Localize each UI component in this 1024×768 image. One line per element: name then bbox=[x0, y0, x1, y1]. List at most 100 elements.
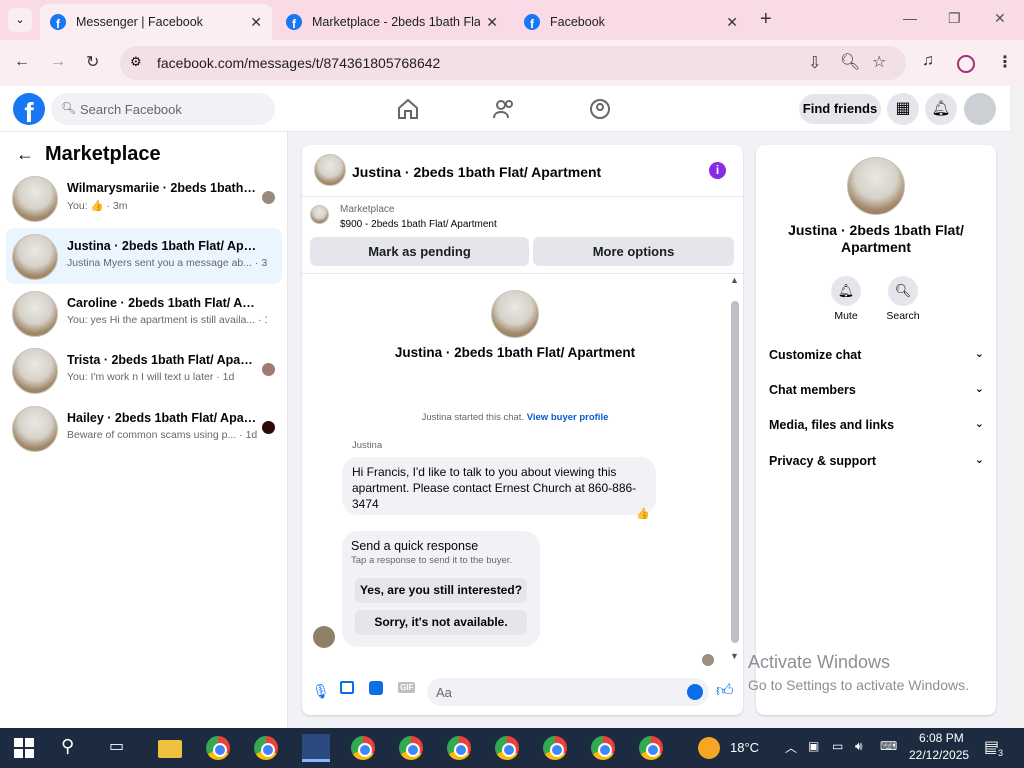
notifications-icon[interactable]: 🔔︎ bbox=[925, 93, 957, 125]
section-label: Privacy & support bbox=[769, 454, 876, 468]
home-icon[interactable] bbox=[396, 97, 420, 121]
chrome-icon[interactable] bbox=[543, 736, 567, 760]
weather-temp[interactable]: 18°C bbox=[730, 740, 759, 755]
address-bar[interactable]: ⚙ facebook.com/messages/t/87436180576864… bbox=[120, 46, 906, 80]
account-avatar[interactable] bbox=[964, 93, 996, 125]
listing-thumbnail[interactable] bbox=[314, 154, 346, 186]
facebook-header: f 🔍︎ Search Facebook Find friends ▦ 🔔︎ bbox=[0, 86, 1010, 132]
minimize-icon[interactable]: — bbox=[903, 10, 917, 26]
task-view-icon[interactable]: ▭ bbox=[109, 736, 133, 760]
clock-time[interactable]: 6:08 PM bbox=[919, 731, 964, 745]
close-tab-icon[interactable]: ✕ bbox=[726, 14, 738, 31]
volume-icon[interactable]: 🔊︎ bbox=[855, 739, 863, 754]
info-icon[interactable]: i bbox=[709, 162, 726, 179]
listing-thumbnail[interactable] bbox=[310, 205, 329, 224]
chat-members-section[interactable]: Chat members ⌄ bbox=[769, 383, 984, 397]
wifi-icon[interactable]: ▭ bbox=[832, 739, 843, 753]
tab-facebook[interactable]: f Facebook ✕ bbox=[514, 4, 748, 40]
privacy-support-section[interactable]: Privacy & support ⌄ bbox=[769, 454, 984, 468]
close-tab-icon[interactable]: ✕ bbox=[250, 14, 262, 31]
media-files-links-section[interactable]: Media, files and links ⌄ bbox=[769, 418, 984, 432]
search-input[interactable]: 🔍︎ Search Facebook bbox=[51, 93, 275, 125]
search-icon[interactable]: ⚲ bbox=[61, 736, 85, 760]
quick-reply-sorry-button[interactable]: Sorry, it's not available. bbox=[355, 610, 527, 635]
facebook-favicon-icon: f bbox=[286, 14, 302, 30]
forward-icon[interactable]: → bbox=[50, 53, 66, 71]
customize-chat-section[interactable]: Customize chat ⌄ bbox=[769, 348, 984, 362]
message-composer: 🎙︎ GIF Aa 👍︎ bbox=[302, 669, 743, 715]
details-title: Justina · 2beds 1bath Flat/ Apartment bbox=[788, 222, 964, 255]
sticker-icon[interactable] bbox=[369, 681, 383, 695]
search-placeholder: Search Facebook bbox=[80, 102, 182, 117]
windows-start-icon[interactable] bbox=[14, 738, 34, 758]
weather-icon[interactable] bbox=[698, 737, 720, 759]
scroll-up-arrow-icon[interactable]: ▲ bbox=[730, 275, 739, 285]
profile-icon[interactable] bbox=[957, 55, 975, 73]
microphone-icon[interactable]: 🎙︎ bbox=[312, 683, 330, 700]
install-app-icon[interactable]: ⇩ bbox=[808, 53, 821, 73]
close-window-icon[interactable]: ✕ bbox=[994, 10, 1006, 27]
chrome-icon[interactable] bbox=[351, 736, 375, 760]
facebook-favicon-icon: f bbox=[50, 14, 66, 30]
back-icon[interactable]: ← bbox=[14, 53, 30, 71]
clock-date[interactable]: 22/12/2025 bbox=[909, 748, 969, 762]
bookmark-star-icon[interactable]: ☆ bbox=[872, 52, 886, 72]
listing-thumbnail bbox=[12, 234, 58, 280]
menu-grid-icon[interactable]: ▦ bbox=[887, 93, 919, 125]
restore-icon[interactable]: ❐ bbox=[948, 10, 961, 27]
friends-icon[interactable] bbox=[492, 97, 516, 121]
chrome-icon[interactable] bbox=[206, 736, 230, 760]
facebook-logo-icon[interactable]: f bbox=[13, 93, 45, 125]
zoom-icon[interactable]: 🔍︎ bbox=[840, 52, 860, 72]
scroll-down-arrow-icon[interactable]: ▼ bbox=[730, 651, 739, 661]
file-explorer-icon[interactable] bbox=[158, 740, 182, 758]
search-chat-icon[interactable]: 🔍︎ bbox=[888, 276, 918, 306]
chrome-icon[interactable] bbox=[639, 736, 663, 760]
message-list[interactable]: ▲ ▼ Justina · 2beds 1bath Flat/ Apartmen… bbox=[302, 273, 743, 669]
gif-icon[interactable]: GIF bbox=[398, 682, 416, 693]
chrome-icon[interactable] bbox=[399, 736, 423, 760]
tab-marketplace[interactable]: f Marketplace - 2beds 1bath Flat ✕ bbox=[276, 4, 508, 40]
mute-bell-icon[interactable]: 🔔︎ bbox=[831, 276, 861, 306]
keyboard-icon[interactable]: ⌨ bbox=[880, 739, 897, 753]
network-icon[interactable]: ▣ bbox=[808, 739, 819, 753]
like-thumb-icon[interactable]: 👍︎ bbox=[716, 680, 734, 701]
mark-as-pending-button[interactable]: Mark as pending bbox=[310, 237, 529, 266]
close-tab-icon[interactable]: ✕ bbox=[486, 14, 498, 31]
chrome-icon[interactable] bbox=[591, 736, 615, 760]
chrome-icon[interactable] bbox=[495, 736, 519, 760]
media-control-icon[interactable]: ♫ bbox=[922, 52, 934, 70]
tab-search-button[interactable]: ⌄ bbox=[8, 8, 32, 32]
more-options-button[interactable]: More options bbox=[533, 237, 734, 266]
emoji-icon[interactable] bbox=[687, 684, 703, 700]
browser-menu-icon[interactable]: ⋮ bbox=[997, 52, 1013, 72]
groups-icon[interactable] bbox=[588, 97, 612, 121]
new-tab-button[interactable]: + bbox=[760, 8, 772, 31]
conversation-item[interactable]: Wilmarysmariie · 2beds 1bath Fl... You: … bbox=[6, 170, 282, 226]
active-app-icon[interactable] bbox=[302, 734, 330, 762]
chrome-icon[interactable] bbox=[447, 736, 471, 760]
back-arrow-icon[interactable]: ← bbox=[16, 144, 34, 165]
chat-title[interactable]: Justina · 2beds 1bath Flat/ Apartment bbox=[352, 164, 601, 180]
page-scrollbar[interactable] bbox=[1010, 86, 1024, 728]
listing-price-title[interactable]: $900 - 2beds 1bath Flat/ Apartment bbox=[340, 219, 497, 230]
scrollbar[interactable] bbox=[731, 301, 739, 643]
conversation-item[interactable]: Justina · 2beds 1bath Flat/ Apartm... Ju… bbox=[6, 228, 282, 284]
quick-reply-yes-button[interactable]: Yes, are you still interested? bbox=[355, 578, 527, 603]
chat-details-panel: Justina · 2beds 1bath Flat/ Apartment 🔔︎… bbox=[756, 145, 996, 715]
reload-icon[interactable]: ↻ bbox=[86, 52, 99, 72]
tab-messenger[interactable]: f Messenger | Facebook ✕ bbox=[40, 4, 272, 40]
find-friends-button[interactable]: Find friends bbox=[799, 94, 881, 124]
photo-icon[interactable] bbox=[340, 681, 354, 694]
chrome-icon[interactable] bbox=[254, 736, 278, 760]
chevron-down-icon: ⌄ bbox=[974, 454, 984, 466]
message-input[interactable]: Aa bbox=[427, 678, 709, 706]
conversation-item[interactable]: Hailey · 2beds 1bath Flat/ Apart... Bewa… bbox=[6, 400, 282, 456]
view-buyer-profile-link[interactable]: View buyer profile bbox=[527, 412, 609, 423]
show-hidden-icons-icon[interactable]: ︿ bbox=[785, 739, 797, 756]
message-bubble[interactable]: Hi Francis, I'd like to talk to you abou… bbox=[342, 457, 656, 515]
conversation-item[interactable]: Trista · 2beds 1bath Flat/ Apart... You:… bbox=[6, 342, 282, 398]
site-info-icon[interactable]: ⚙ bbox=[130, 54, 142, 70]
intro-listing-thumbnail bbox=[491, 290, 539, 338]
conversation-item[interactable]: Caroline · 2beds 1bath Flat/ Apart... Yo… bbox=[6, 285, 282, 341]
